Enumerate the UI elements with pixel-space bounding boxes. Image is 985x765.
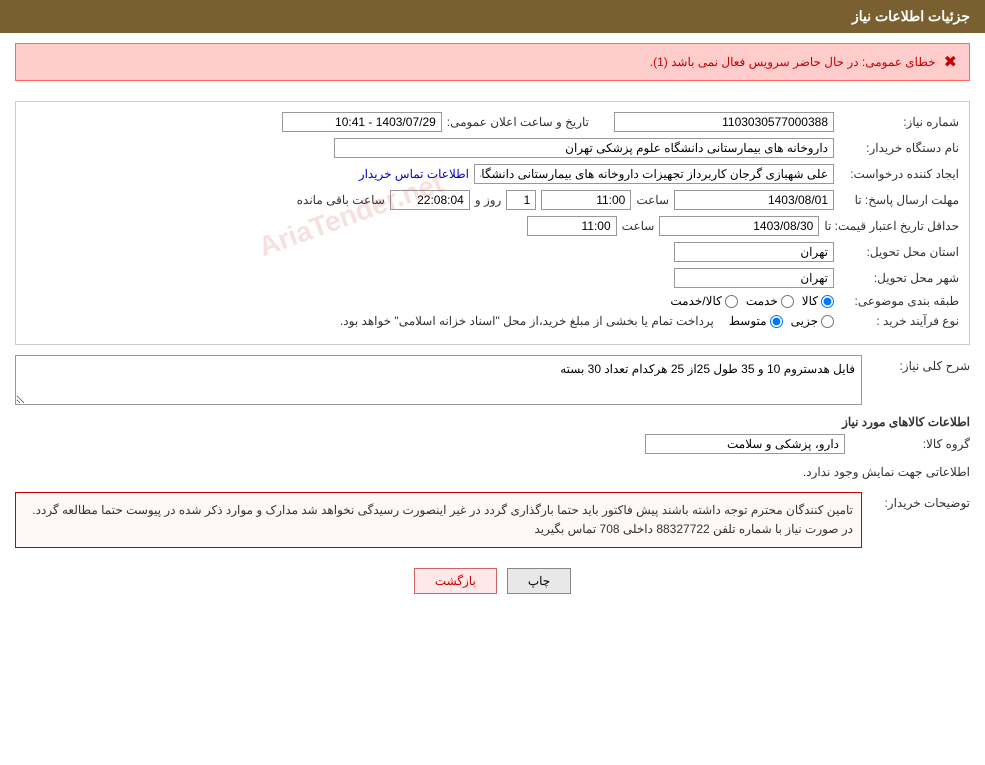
row-buy-type: نوع فرآیند خرید : جزیی متوسط پرداخت تمام… <box>26 314 959 328</box>
category-kala-label: کالا <box>802 294 818 308</box>
row-need-number: شماره نیاز: تاریخ و ساعت اعلان عمومی: <box>26 112 959 132</box>
buyer-notes-text: تامین کنندگان محترم توجه داشته باشند پیش… <box>32 503 853 536</box>
deadline-time-label: ساعت <box>636 193 669 207</box>
creator-label: ایجاد کننده درخواست: <box>839 167 959 181</box>
deadline-days-label: روز و <box>475 193 502 207</box>
row-city: شهر محل تحویل: <box>26 268 959 288</box>
deadline-remaining-input[interactable] <box>390 190 470 210</box>
row-creator: ایجاد کننده درخواست: اطلاعات تماس خریدار <box>26 164 959 184</box>
category-service-label: خدمت <box>746 294 778 308</box>
category-label: طبقه بندی موضوعی: <box>839 294 959 308</box>
row-price-date: حداقل تاریخ اعتبار قیمت: تا ساعت <box>26 216 959 236</box>
error-message: خطای عمومی: در حال حاضر سرویس فعال نمی ب… <box>650 55 936 69</box>
row-province: استان محل تحویل: <box>26 242 959 262</box>
buyer-notes-box: تامین کنندگان محترم توجه داشته باشند پیش… <box>15 492 862 548</box>
price-date-label: حداقل تاریخ اعتبار قیمت: تا <box>824 219 959 233</box>
date-input[interactable] <box>282 112 442 132</box>
buyer-name-input[interactable] <box>334 138 834 158</box>
deadline-time-input[interactable] <box>541 190 631 210</box>
category-kala-service-label: کالا/خدمت <box>670 294 721 308</box>
need-number-input[interactable] <box>614 112 834 132</box>
category-kala-service-radio[interactable] <box>725 295 738 308</box>
province-label: استان محل تحویل: <box>839 245 959 259</box>
buy-type-motavaset-option[interactable]: متوسط <box>729 314 783 328</box>
row-goods-group: گروه کالا: دارو، پزشکی و سلامت <box>15 434 970 454</box>
row-buyer-name: نام دستگاه خریدار: <box>26 138 959 158</box>
deadline-label: مهلت ارسال پاسخ: تا <box>839 193 959 207</box>
buy-type-jozi-label: جزیی <box>791 314 818 328</box>
description-section: شرح کلی نیاز: فایل هدستروم 10 و 35 طول 2… <box>15 355 970 405</box>
deadline-remaining-label: ساعت باقی مانده <box>297 193 385 207</box>
page-container: جزئیات اطلاعات نیاز ✖ خطای عمومی: در حال… <box>0 0 985 765</box>
buyer-notes-label: توضیحات خریدار: <box>870 492 970 510</box>
deadline-days-input[interactable] <box>506 190 536 210</box>
main-content: AriaTender.net شماره نیاز: تاریخ و ساعت … <box>0 91 985 619</box>
deadline-date-input[interactable] <box>674 190 834 210</box>
goods-group-value-container: دارو، پزشکی و سلامت <box>645 434 845 454</box>
date-label: تاریخ و ساعت اعلان عمومی: <box>447 115 589 129</box>
buy-type-motavaset-label: متوسط <box>729 314 767 328</box>
category-kala-service-option[interactable]: کالا/خدمت <box>670 294 737 308</box>
buy-type-motavaset-radio[interactable] <box>770 315 783 328</box>
buy-type-label: نوع فرآیند خرید : <box>839 314 959 328</box>
city-label: شهر محل تحویل: <box>839 271 959 285</box>
no-data-message: اطلاعاتی جهت نمایش وجود ندارد. <box>15 460 970 484</box>
row-deadline: مهلت ارسال پاسخ: تا ساعت روز و ساعت باقی… <box>26 190 959 210</box>
price-time-input[interactable] <box>527 216 617 236</box>
goods-group-label: گروه کالا: <box>850 437 970 451</box>
need-number-label: شماره نیاز: <box>839 115 959 129</box>
category-radio-group: کالا خدمت کالا/خدمت <box>670 294 834 308</box>
goods-info-title: اطلاعات کالاهای مورد نیاز <box>15 415 970 429</box>
creator-input[interactable] <box>474 164 834 184</box>
row-category: طبقه بندی موضوعی: کالا خدمت کالا/خدمت <box>26 294 959 308</box>
error-bar: ✖ خطای عمومی: در حال حاضر سرویس فعال نمی… <box>15 43 970 81</box>
print-button[interactable]: چاپ <box>507 568 571 594</box>
buy-type-radio-group: جزیی متوسط <box>729 314 834 328</box>
province-input[interactable] <box>674 242 834 262</box>
buy-type-jozi-option[interactable]: جزیی <box>791 314 834 328</box>
goods-group-box: دارو، پزشکی و سلامت <box>645 434 845 454</box>
buyer-name-label: نام دستگاه خریدار: <box>839 141 959 155</box>
category-service-option[interactable]: خدمت <box>746 294 794 308</box>
page-title: جزئیات اطلاعات نیاز <box>852 8 970 24</box>
back-button[interactable]: بازگشت <box>414 568 497 594</box>
page-header: جزئیات اطلاعات نیاز <box>0 0 985 33</box>
buyer-notes-section: توضیحات خریدار: تامین کنندگان محترم توجه… <box>15 492 970 553</box>
price-date-input[interactable] <box>659 216 819 236</box>
buy-type-note: پرداخت تمام یا بخشی از مبلغ خرید،از محل … <box>340 314 714 328</box>
category-kala-radio[interactable] <box>821 295 834 308</box>
buy-type-jozi-radio[interactable] <box>821 315 834 328</box>
contact-link[interactable]: اطلاعات تماس خریدار <box>359 167 469 181</box>
form-section: AriaTender.net شماره نیاز: تاریخ و ساعت … <box>15 101 970 345</box>
error-icon: ✖ <box>944 52 957 72</box>
goods-group-value: دارو، پزشکی و سلامت <box>727 437 839 451</box>
price-time-label: ساعت <box>622 219 655 233</box>
buttons-row: چاپ بازگشت <box>15 568 970 594</box>
category-service-radio[interactable] <box>781 295 794 308</box>
description-textarea[interactable]: فایل هدستروم 10 و 35 طول 25از 25 هرکدام … <box>15 355 862 405</box>
city-input[interactable] <box>674 268 834 288</box>
description-label: شرح کلی نیاز: <box>870 355 970 373</box>
category-kala-option[interactable]: کالا <box>802 294 834 308</box>
